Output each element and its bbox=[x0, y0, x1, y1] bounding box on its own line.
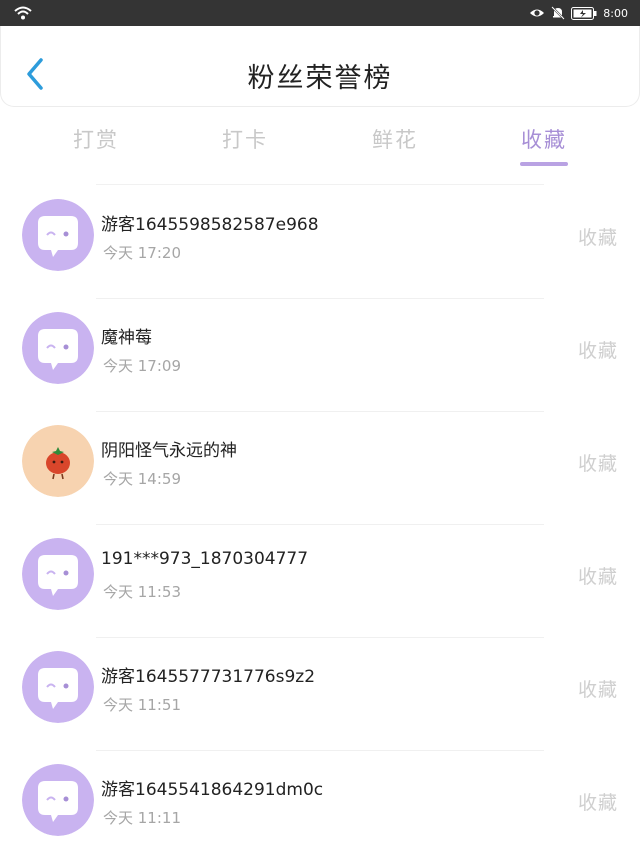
avatar[interactable] bbox=[22, 312, 94, 384]
fan-name: 游客1645577731776s9z2 bbox=[101, 667, 316, 687]
header-bar: 粉丝荣誉榜 bbox=[0, 26, 640, 107]
tab-flowers[interactable]: 鲜花 bbox=[345, 124, 445, 154]
list-item[interactable]: 191***973_1870304777 今天 11:53 收藏 bbox=[0, 525, 640, 638]
wifi-icon bbox=[14, 6, 32, 20]
eye-icon bbox=[530, 9, 545, 17]
fan-time: 今天 11:11 bbox=[103, 809, 181, 827]
status-time: 8:00 bbox=[603, 6, 628, 20]
fan-name: 191***973_1870304777 bbox=[101, 549, 309, 569]
list-item[interactable]: 阴阳怪气永远的神 今天 14:59 收藏 bbox=[0, 412, 640, 525]
chat-bubble-avatar-icon bbox=[22, 764, 94, 836]
favorite-label: 收藏 bbox=[577, 566, 618, 588]
page-title: 粉丝荣誉榜 bbox=[247, 63, 393, 94]
favorite-label: 收藏 bbox=[577, 340, 618, 362]
list-item[interactable]: 游客1645577731776s9z2 今天 11:51 收藏 bbox=[0, 638, 640, 751]
fan-name: 游客1645598582587e968 bbox=[101, 215, 319, 235]
chat-bubble-avatar-icon bbox=[22, 538, 94, 610]
avatar[interactable] bbox=[22, 199, 94, 271]
tab-favorites[interactable]: 收藏 bbox=[494, 124, 594, 154]
chat-bubble-avatar-icon bbox=[22, 199, 94, 271]
divider bbox=[96, 184, 544, 185]
battery-icon bbox=[571, 6, 597, 20]
status-bar: 8:00 bbox=[0, 0, 640, 26]
fan-time: 今天 14:59 bbox=[103, 470, 181, 488]
tab-checkin[interactable]: 打卡 bbox=[195, 124, 295, 154]
favorite-label: 收藏 bbox=[577, 453, 618, 475]
tab-reward[interactable]: 打赏 bbox=[46, 124, 146, 154]
favorite-label: 收藏 bbox=[577, 679, 618, 701]
fan-name: 阴阳怪气永远的神 bbox=[101, 441, 237, 461]
fan-list: 游客1645598582587e968 今天 17:20 收藏 魔神莓 今天 1… bbox=[0, 186, 640, 864]
list-item[interactable]: 游客1645598582587e968 今天 17:20 收藏 bbox=[0, 186, 640, 299]
favorite-label: 收藏 bbox=[577, 227, 618, 249]
avatar[interactable] bbox=[22, 764, 94, 836]
favorite-label: 收藏 bbox=[577, 792, 618, 814]
avatar[interactable] bbox=[22, 538, 94, 610]
list-item[interactable]: 游客1645541864291dm0c 今天 11:11 收藏 bbox=[0, 751, 640, 864]
fan-time: 今天 11:53 bbox=[103, 583, 181, 601]
fan-time: 今天 17:09 bbox=[103, 357, 181, 375]
fan-name: 游客1645541864291dm0c bbox=[101, 780, 324, 800]
fan-time: 今天 11:51 bbox=[103, 696, 181, 714]
status-icons: 8:00 bbox=[529, 0, 628, 26]
mute-bell-icon bbox=[551, 6, 566, 20]
avatar[interactable] bbox=[22, 651, 94, 723]
avatar[interactable] bbox=[22, 425, 94, 497]
list-item[interactable]: 魔神莓 今天 17:09 收藏 bbox=[0, 299, 640, 412]
fan-name: 魔神莓 bbox=[101, 328, 152, 348]
tomato-avatar-icon bbox=[22, 425, 94, 497]
chat-bubble-avatar-icon bbox=[22, 651, 94, 723]
chat-bubble-avatar-icon bbox=[22, 312, 94, 384]
active-tab-indicator bbox=[520, 162, 568, 166]
fan-time: 今天 17:20 bbox=[103, 244, 181, 262]
